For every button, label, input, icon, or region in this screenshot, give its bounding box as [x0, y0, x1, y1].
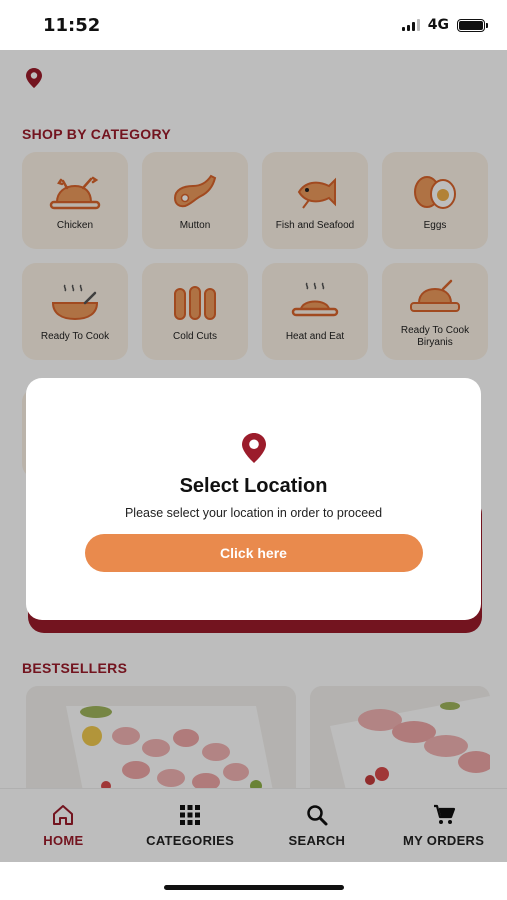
- location-pin-icon: [241, 433, 266, 463]
- battery-icon: [457, 18, 488, 32]
- home-indicator[interactable]: [164, 885, 344, 890]
- click-here-button[interactable]: Click here: [84, 534, 423, 572]
- home-bar: [0, 862, 507, 900]
- status-bar: 11:52 4G: [0, 0, 507, 50]
- app-screen: SHOP BY CATEGORY Chicken Mutton Fish and…: [0, 50, 507, 862]
- select-location-modal: Select Location Please select your locat…: [26, 378, 481, 620]
- modal-subtitle: Please select your location in order to …: [124, 506, 383, 520]
- status-indicators: 4G: [401, 17, 488, 33]
- modal-title: Select Location: [179, 475, 328, 497]
- status-time: 11:52: [43, 14, 101, 36]
- signal-icon: [401, 19, 420, 31]
- network-label: 4G: [427, 17, 449, 33]
